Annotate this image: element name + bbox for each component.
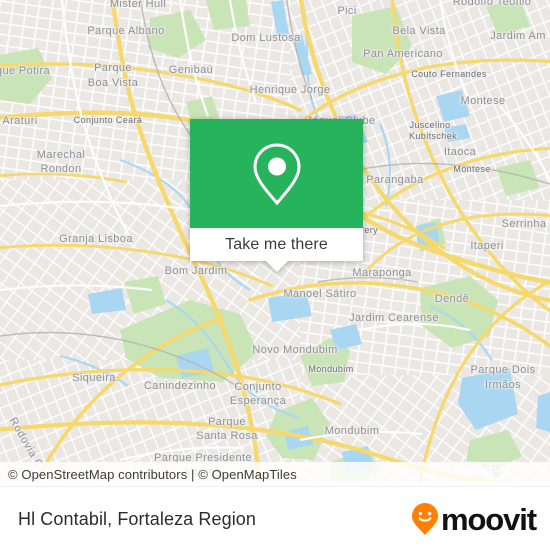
take-me-there-label: Take me there [225, 235, 328, 253]
moovit-wordmark: moovit [440, 501, 537, 537]
map-pin-icon [252, 142, 301, 205]
callout-header [190, 119, 363, 228]
map-canvas[interactable]: Mister Hull Pici Rodolfo Teófilo Parque Alb… [0, 0, 550, 482]
callout-footer[interactable]: Take me there [190, 228, 363, 272]
map-attribution: © OpenStreetMap contributors | © OpenMap… [0, 462, 550, 482]
moovit-logo[interactable]: moovit [411, 502, 550, 536]
moovit-smiley-pin-icon [411, 503, 438, 535]
attribution-text: © OpenStreetMap contributors | © OpenMap… [8, 466, 297, 482]
moovit-map-page: Mister Hull Pici Rodolfo Teófilo Parque Alb… [0, 0, 550, 550]
bottom-bar: Hl Contabil, Fortaleza Region moovit [0, 486, 550, 550]
callout-tail [265, 261, 288, 272]
location-callout[interactable]: Take me there [190, 119, 363, 272]
place-title: Hl Contabil, Fortaleza Region [18, 508, 257, 529]
